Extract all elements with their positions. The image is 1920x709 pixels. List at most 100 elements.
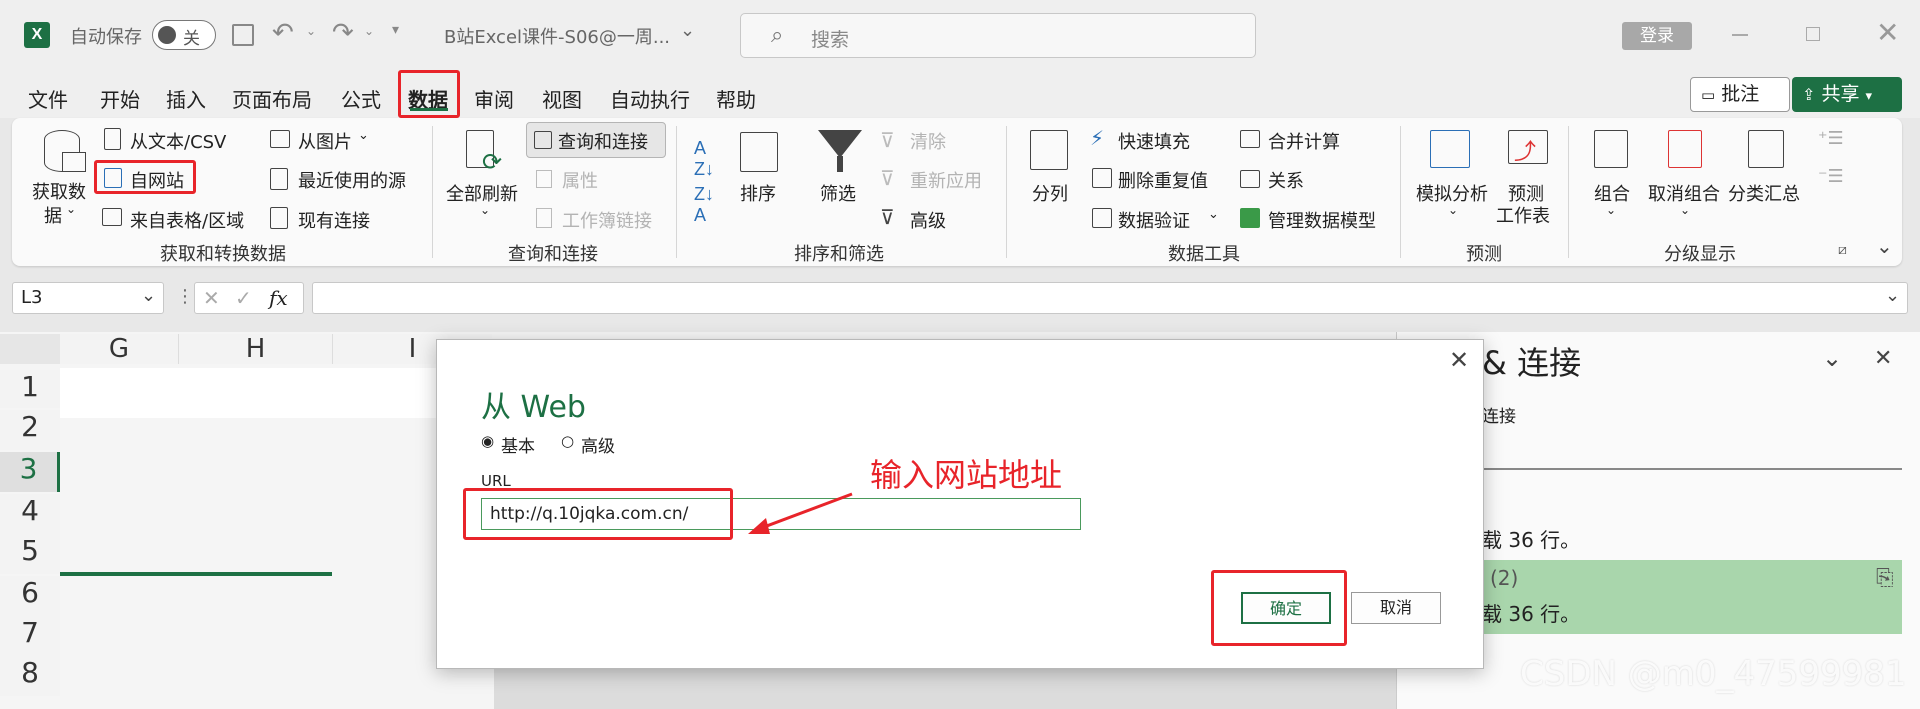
- recent-sources-button[interactable]: 最近使用的源: [298, 167, 406, 193]
- sort-descending-icon[interactable]: Z↓ A: [694, 184, 714, 226]
- tab-home[interactable]: 开始: [100, 84, 140, 113]
- tab-review[interactable]: 审阅: [474, 84, 514, 113]
- from-text-csv-button[interactable]: 从文本/CSV: [130, 128, 226, 154]
- tab-insert[interactable]: 插入: [166, 84, 206, 113]
- manage-data-model-button[interactable]: 管理数据模型: [1268, 207, 1376, 233]
- ok-button[interactable]: 确定: [1241, 592, 1331, 624]
- autosave-toggle[interactable]: 关: [152, 20, 216, 50]
- name-box-value: L3: [21, 287, 43, 308]
- pane-tab-connections[interactable]: 连接: [1482, 402, 1516, 427]
- row-header-6[interactable]: 6: [0, 576, 60, 616]
- tab-page-layout[interactable]: 页面布局: [232, 84, 312, 113]
- ungroup-dropdown-icon[interactable]: ⌄: [1680, 203, 1690, 217]
- sort-ascending-icon[interactable]: A Z↓: [694, 138, 714, 180]
- search-box[interactable]: ⌕ 搜索: [740, 13, 1256, 58]
- formula-bar-options-icon[interactable]: ⋮: [176, 286, 194, 307]
- data-validation-button[interactable]: 数据验证: [1118, 207, 1190, 233]
- row-header-7[interactable]: 7: [0, 616, 60, 656]
- column-header-g[interactable]: G: [60, 334, 178, 364]
- row-header-5[interactable]: 5: [0, 534, 60, 574]
- existing-connections-button[interactable]: 现有连接: [298, 207, 370, 233]
- from-table-button[interactable]: 来自表格/区域: [130, 207, 244, 233]
- remove-duplicates-button[interactable]: 删除重复值: [1118, 167, 1208, 193]
- minimize-icon[interactable]: [1732, 34, 1748, 36]
- text-to-columns-button[interactable]: 分列: [1032, 180, 1068, 206]
- column-header-h[interactable]: H: [178, 334, 332, 364]
- tab-automate[interactable]: 自动执行: [610, 84, 690, 113]
- dialog-close-icon[interactable]: ✕: [1449, 346, 1469, 374]
- radio-advanced[interactable]: ○: [561, 432, 574, 450]
- tab-formulas[interactable]: 公式: [341, 84, 381, 113]
- clear-button[interactable]: 清除: [910, 128, 946, 154]
- annotation-text: 输入网站地址: [870, 456, 1063, 494]
- restore-icon[interactable]: [1806, 27, 1820, 41]
- pane-close-icon[interactable]: ✕: [1874, 346, 1892, 371]
- forecast-sheet-button-line2[interactable]: 工作表: [1496, 202, 1550, 228]
- close-window-icon[interactable]: ✕: [1876, 16, 1899, 49]
- group-divider: [1568, 126, 1569, 258]
- refresh-all-dropdown-icon[interactable]: ⌄: [480, 203, 490, 217]
- tab-view[interactable]: 视图: [542, 84, 582, 113]
- from-picture-button[interactable]: 从图片: [298, 128, 352, 154]
- row-header-1[interactable]: 1: [0, 370, 60, 408]
- filter-button[interactable]: 筛选: [820, 180, 856, 206]
- flash-fill-button[interactable]: 快速填充: [1118, 128, 1190, 154]
- row-header-4[interactable]: 4: [0, 494, 60, 534]
- collapse-ribbon-icon[interactable]: ⌄: [1876, 234, 1893, 258]
- group-divider: [676, 126, 677, 258]
- group-dropdown-icon[interactable]: ⌄: [1606, 203, 1616, 217]
- reapply-button[interactable]: 重新应用: [910, 167, 982, 193]
- file-title-chevron-icon[interactable]: ⌄: [680, 20, 695, 41]
- row-label: 5: [21, 534, 39, 567]
- file-title[interactable]: B站Excel课件-S06@一周...: [444, 23, 670, 49]
- advanced-button[interactable]: 高级: [910, 207, 946, 233]
- show-detail-icon[interactable]: ⁺☰: [1818, 128, 1844, 149]
- row-header-3[interactable]: 3: [0, 452, 60, 492]
- subtotal-button[interactable]: 分类汇总: [1728, 180, 1800, 206]
- redo-dropdown-icon[interactable]: ⌄: [364, 24, 374, 38]
- row-header-2[interactable]: 2: [0, 410, 60, 450]
- redo-icon[interactable]: ↷: [332, 18, 354, 48]
- sort-button[interactable]: 排序: [740, 180, 776, 206]
- data-validation-dropdown-icon[interactable]: ⌄: [1208, 207, 1219, 222]
- query-item-1-status[interactable]: 载 36 行。: [1482, 524, 1580, 553]
- expand-formula-bar-icon[interactable]: ⌄: [1885, 285, 1900, 306]
- query-refresh-icon[interactable]: ⎘: [1876, 566, 1894, 591]
- login-button[interactable]: 登录: [1622, 22, 1692, 50]
- select-all-corner[interactable]: [0, 334, 60, 364]
- forecast-chart-line: ⤴: [1514, 140, 1537, 165]
- share-button[interactable]: ⇪ 共享 ▾: [1792, 77, 1902, 112]
- row-header-8[interactable]: 8: [0, 656, 60, 696]
- radio-basic[interactable]: ◉: [481, 432, 494, 450]
- get-data-dropdown-icon[interactable]: ⌄: [66, 202, 76, 216]
- pane-options-icon[interactable]: ⌄: [1822, 344, 1842, 372]
- tab-file[interactable]: 文件: [28, 84, 68, 113]
- cancel-button[interactable]: 取消: [1351, 592, 1441, 624]
- undo-dropdown-icon[interactable]: ⌄: [306, 24, 316, 38]
- cells-row-1[interactable]: [60, 368, 440, 418]
- consolidate-button[interactable]: 合并计算: [1268, 128, 1340, 154]
- customize-qat-icon[interactable]: ▾: [392, 22, 399, 38]
- properties-button[interactable]: 属性: [562, 167, 598, 193]
- undo-icon[interactable]: ↶: [272, 18, 294, 48]
- insert-function-icon[interactable]: fx: [269, 286, 288, 310]
- from-web-button[interactable]: 自网站: [130, 167, 184, 193]
- name-box[interactable]: L3 ⌄: [12, 282, 164, 314]
- cancel-entry-icon[interactable]: ✕: [203, 286, 220, 310]
- confirm-entry-icon[interactable]: ✓: [235, 286, 252, 310]
- hide-detail-icon[interactable]: ⁻☰: [1818, 166, 1844, 187]
- filter-stem: [837, 156, 843, 172]
- what-if-dropdown-icon[interactable]: ⌄: [1448, 203, 1458, 217]
- comment-button[interactable]: ▭ 批注: [1690, 77, 1790, 112]
- get-data-button-line2[interactable]: 据: [44, 202, 62, 228]
- from-picture-dropdown-icon[interactable]: ⌄: [358, 128, 369, 143]
- relationships-button[interactable]: 关系: [1268, 167, 1304, 193]
- comment-label: 批注: [1721, 83, 1760, 105]
- filter-icon: [818, 130, 862, 158]
- dialog-launcher-icon[interactable]: ⧄: [1838, 242, 1847, 258]
- formula-input[interactable]: ⌄: [312, 282, 1908, 314]
- workbook-links-button[interactable]: 工作簿链接: [562, 207, 652, 233]
- get-data-button[interactable]: 获取数: [32, 178, 86, 204]
- tab-help[interactable]: 帮助: [716, 84, 756, 113]
- save-icon[interactable]: [232, 24, 254, 46]
